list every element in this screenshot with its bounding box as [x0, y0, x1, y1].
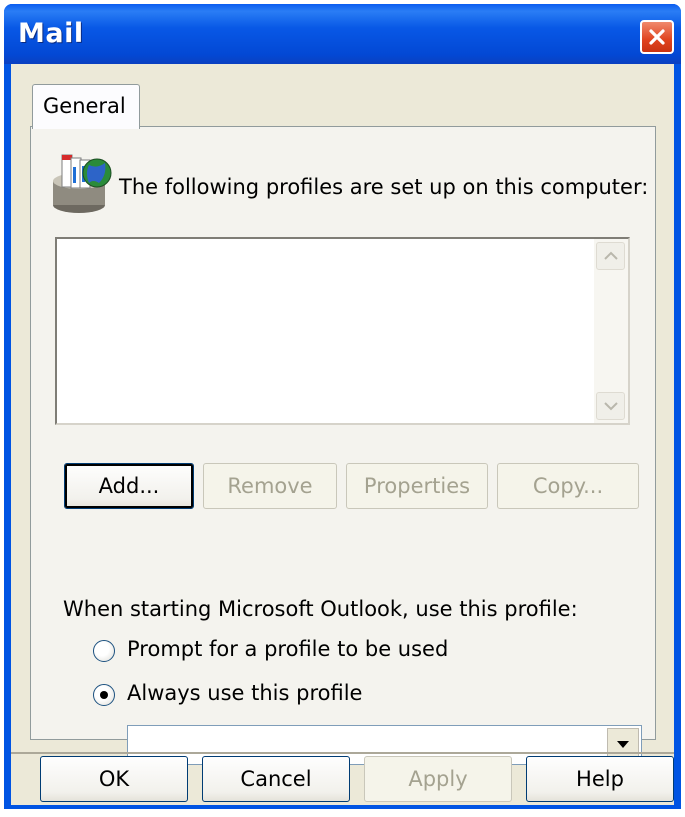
always-use-profile-option[interactable]: Always use this profile	[93, 681, 393, 711]
scroll-up-arrow-icon	[604, 251, 618, 260]
dialog-body: General The following profiles are set u…	[11, 64, 674, 805]
cancel-button[interactable]: Cancel	[202, 756, 350, 802]
always-use-profile-radio[interactable]	[93, 684, 115, 706]
close-button[interactable]	[640, 20, 674, 54]
prompt-profile-label: Prompt for a profile to be used	[127, 637, 449, 661]
mail-dialog: Mail General The following profiles are …	[4, 4, 681, 809]
properties-button[interactable]: Properties	[346, 463, 488, 509]
chevron-down-icon	[617, 741, 629, 748]
startup-profile-label: When starting Microsoft Outlook, use thi…	[63, 597, 578, 621]
tab-general-label: General	[43, 94, 126, 118]
profiles-label: The following profiles are set up on thi…	[119, 175, 649, 199]
mail-profiles-icon	[53, 154, 112, 213]
tab-general[interactable]: General	[32, 84, 140, 129]
title-bar[interactable]: Mail	[4, 4, 681, 64]
general-tab-panel: The following profiles are set up on thi…	[30, 126, 656, 765]
copy-button[interactable]: Copy...	[497, 463, 639, 509]
prompt-profile-radio[interactable]	[93, 640, 115, 662]
scroll-up-button[interactable]	[596, 242, 625, 270]
scroll-down-arrow-icon	[604, 402, 618, 411]
scroll-down-button[interactable]	[596, 392, 625, 420]
close-icon	[649, 29, 665, 45]
profiles-scrollbar[interactable]	[594, 239, 628, 423]
apply-button[interactable]: Apply	[364, 756, 512, 802]
prompt-profile-option[interactable]: Prompt for a profile to be used	[93, 637, 473, 667]
profiles-listbox[interactable]	[55, 237, 630, 425]
window-title: Mail	[18, 18, 84, 49]
always-use-profile-label: Always use this profile	[127, 681, 363, 705]
ok-button[interactable]: OK	[40, 756, 188, 802]
help-button[interactable]: Help	[526, 756, 674, 802]
add-button[interactable]: Add...	[64, 463, 194, 509]
remove-button[interactable]: Remove	[203, 463, 337, 509]
button-row-divider	[11, 752, 674, 754]
radio-selected-dot	[100, 691, 108, 699]
